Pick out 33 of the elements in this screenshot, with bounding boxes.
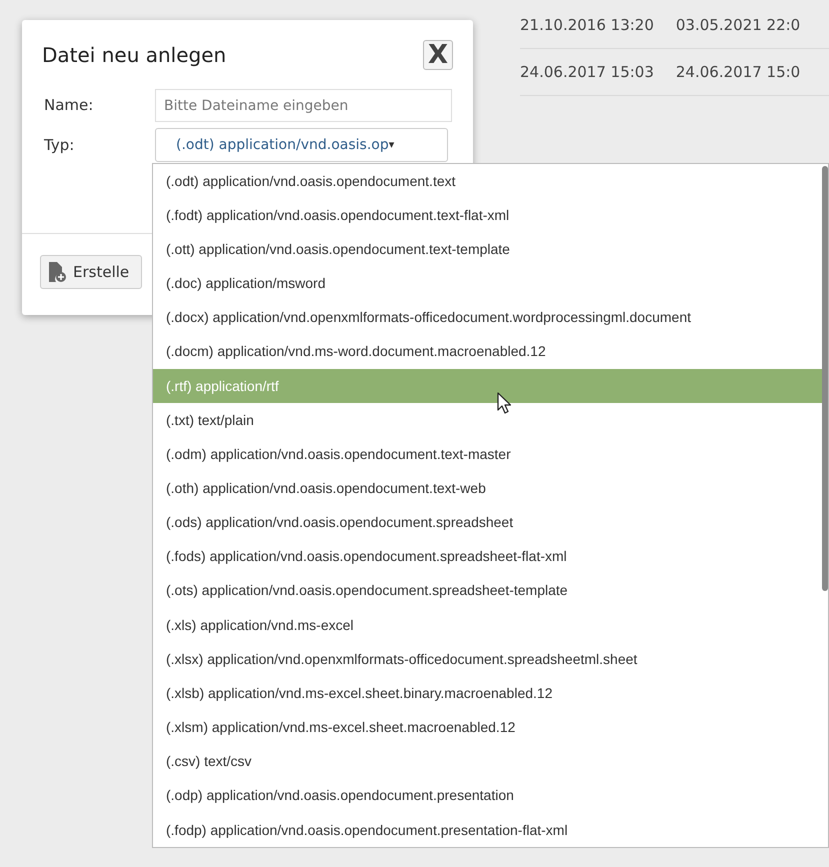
table-cell-text: 24.06.2017 15:03 [520, 62, 654, 83]
type-select[interactable]: (.odt) application/vnd.oasis.op▾ [155, 128, 448, 162]
table-cell-text: 24.06.2017 15:0 [676, 62, 800, 83]
field-label: Typ: [44, 134, 76, 156]
create-button[interactable]: Erstelle [40, 255, 142, 289]
new-file-icon [47, 261, 67, 283]
dropdown-option[interactable]: (.odm) application/vnd.oasis.opendocument.text-master [153, 437, 822, 472]
dropdown-option[interactable]: (.doc) application/msword [153, 266, 822, 301]
dropdown-option[interactable]: (.fodp) application/vnd.oasis.opendocument.presentation-flat-xml [153, 812, 822, 848]
field-label: Name: [44, 95, 94, 116]
table-cell-text: 03.05.2021 22:0 [676, 14, 800, 36]
table-cell-text: 21.10.2016 13:20 [520, 14, 654, 36]
dropdown-option[interactable]: (.ott) application/vnd.oasis.opendocument.text-template [153, 232, 822, 266]
dropdown-option[interactable]: (.ods) application/vnd.oasis.opendocument.spreadsheet [153, 506, 822, 540]
dropdown-option[interactable]: (.fods) application/vnd.oasis.opendocument.spreadsheet-flat-xml [153, 540, 822, 574]
scrollbar-thumb[interactable] [822, 166, 828, 591]
dropdown-option[interactable]: (.odp) application/vnd.oasis.opendocument.presentation [153, 778, 822, 813]
dropdown-option[interactable]: (.fodt) application/vnd.oasis.opendocument.text-flat-xml [153, 198, 822, 232]
dropdown-option[interactable]: (.ots) application/vnd.oasis.opendocument.spreadsheet-template [153, 574, 822, 608]
dropdown-option[interactable]: (.docm) application/vnd.ms-word.document.macroenabled.12 [153, 334, 822, 369]
dropdown-option[interactable]: (.csv) text/csv [153, 744, 822, 779]
dropdown-option[interactable]: (.odt) application/vnd.oasis.opendocument.text [153, 164, 822, 198]
dropdown-option[interactable]: (.xls) application/vnd.ms-excel [153, 608, 822, 642]
dialog-title: Datei neu anlegen [42, 42, 226, 69]
dropdown-option[interactable]: (.xlsb) application/vnd.ms-excel.sheet.binary.macroenabled.12 [153, 676, 822, 710]
mouse-pointer-icon [497, 392, 511, 414]
dropdown-option[interactable]: (.docx) application/vnd.openxmlformats-officedocument.wordprocessingml.document [153, 300, 822, 335]
name-field[interactable]: Bitte Dateiname eingeben [155, 89, 452, 122]
dropdown-option[interactable]: (.oth) application/vnd.oasis.opendocument.text-web [153, 471, 822, 506]
dropdown-option[interactable]: (.xlsm) application/vnd.ms-excel.sheet.macroenabled.12 [153, 710, 822, 745]
dropdown-option[interactable]: (.txt) text/plain [153, 403, 822, 438]
close-button[interactable]: X [423, 40, 453, 70]
dropdown-option[interactable]: (.xlsx) application/vnd.openxmlformats-officedocument.spreadsheetml.sheet [153, 642, 822, 676]
